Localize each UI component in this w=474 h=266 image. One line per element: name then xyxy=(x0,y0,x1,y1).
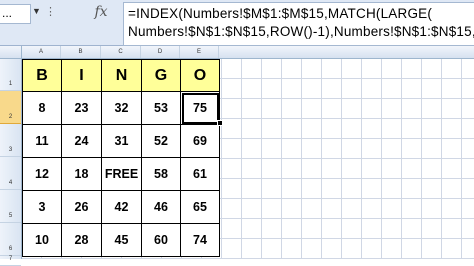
row-number: 7 xyxy=(8,256,13,262)
column-header-a[interactable]: A xyxy=(22,46,61,58)
bingo-header-g[interactable]: G xyxy=(141,59,181,92)
bingo-cell[interactable]: 53 xyxy=(141,91,181,125)
fill-handle[interactable] xyxy=(217,120,223,126)
bingo-cell[interactable]: 10 xyxy=(22,223,62,257)
row-header-bar: 1 2 3 4 5 6 7 xyxy=(0,59,22,266)
formula-input[interactable]: =INDEX(Numbers!$M$1:$M$15,MATCH(LARGE( N… xyxy=(123,2,474,46)
bingo-header-o[interactable]: O xyxy=(180,59,220,92)
bingo-header-b[interactable]: B xyxy=(22,59,62,92)
bingo-cell[interactable]: 12 xyxy=(22,157,62,191)
row-header-4[interactable]: 4 xyxy=(0,157,21,190)
bingo-cell[interactable]: 46 xyxy=(141,190,181,224)
bingo-cell[interactable]: 32 xyxy=(101,91,142,125)
row-number: 4 xyxy=(8,180,13,186)
bingo-cell[interactable]: 45 xyxy=(101,223,142,257)
bingo-cell[interactable]: 24 xyxy=(61,124,102,158)
name-box-value: ... xyxy=(2,6,13,20)
bingo-cell[interactable]: 31 xyxy=(101,124,142,158)
bingo-cell[interactable]: 61 xyxy=(180,157,220,191)
bingo-cell[interactable]: 65 xyxy=(180,190,220,224)
bingo-card: B I N G O 8 23 32 53 75 11 24 31 52 69 1… xyxy=(22,59,220,257)
column-header-e[interactable]: E xyxy=(180,46,219,58)
bingo-cell[interactable]: 69 xyxy=(180,124,220,158)
bingo-cell[interactable]: 8 xyxy=(22,91,62,125)
bingo-cell[interactable]: 28 xyxy=(61,223,102,257)
bingo-cell[interactable]: 42 xyxy=(101,190,142,224)
column-header-c[interactable]: C xyxy=(101,46,141,58)
name-box-dropdown-arrow-icon[interactable]: ▼ xyxy=(32,6,41,16)
row-number: 1 xyxy=(8,81,13,87)
bingo-cell[interactable]: 52 xyxy=(141,124,181,158)
bingo-cell[interactable]: 11 xyxy=(22,124,62,158)
bingo-header-i[interactable]: I xyxy=(61,59,102,92)
row-header-3[interactable]: 3 xyxy=(0,124,21,157)
bingo-cell[interactable]: 3 xyxy=(22,190,62,224)
formula-text-line-2: Numbers!$N$1:$N$15,ROW()-1),Numbers!$N$1… xyxy=(128,24,474,39)
bingo-header-n[interactable]: N xyxy=(101,59,142,92)
row-number: 5 xyxy=(8,213,13,219)
bingo-cell[interactable]: 58 xyxy=(141,157,181,191)
bingo-cell-selected[interactable]: 75 xyxy=(180,91,220,125)
select-all-corner[interactable] xyxy=(0,46,22,58)
name-box[interactable]: ... xyxy=(0,4,31,24)
column-header-d[interactable]: D xyxy=(141,46,180,58)
row-header-2[interactable]: 2 xyxy=(0,91,21,124)
bingo-cell[interactable]: 26 xyxy=(61,190,102,224)
column-header-b[interactable]: B xyxy=(61,46,101,58)
formula-text-line-1: =INDEX(Numbers!$M$1:$M$15,MATCH(LARGE( xyxy=(128,6,433,21)
row-number: 6 xyxy=(8,246,13,252)
row-header-5[interactable]: 5 xyxy=(0,190,21,223)
bingo-cell-free[interactable]: FREE xyxy=(101,157,142,191)
bingo-cell[interactable]: 23 xyxy=(61,91,102,125)
row-header-1[interactable]: 1 xyxy=(0,59,21,91)
row-header-6[interactable]: 6 xyxy=(0,223,21,256)
insert-function-button[interactable]: fx xyxy=(86,1,116,23)
bingo-cell[interactable]: 60 xyxy=(141,223,181,257)
row-header-7[interactable]: 7 xyxy=(0,256,21,266)
column-header-bar: A B C D E xyxy=(0,46,474,59)
row-number: 3 xyxy=(8,147,13,153)
bingo-cell[interactable]: 18 xyxy=(61,157,102,191)
row-number: 2 xyxy=(8,114,13,120)
formula-bar: ... ▼ ⋮ fx =INDEX(Numbers!$M$1:$M$15,MAT… xyxy=(0,0,474,46)
resize-grip-icon[interactable]: ⋮ xyxy=(45,5,56,18)
bingo-cell[interactable]: 74 xyxy=(180,223,220,257)
